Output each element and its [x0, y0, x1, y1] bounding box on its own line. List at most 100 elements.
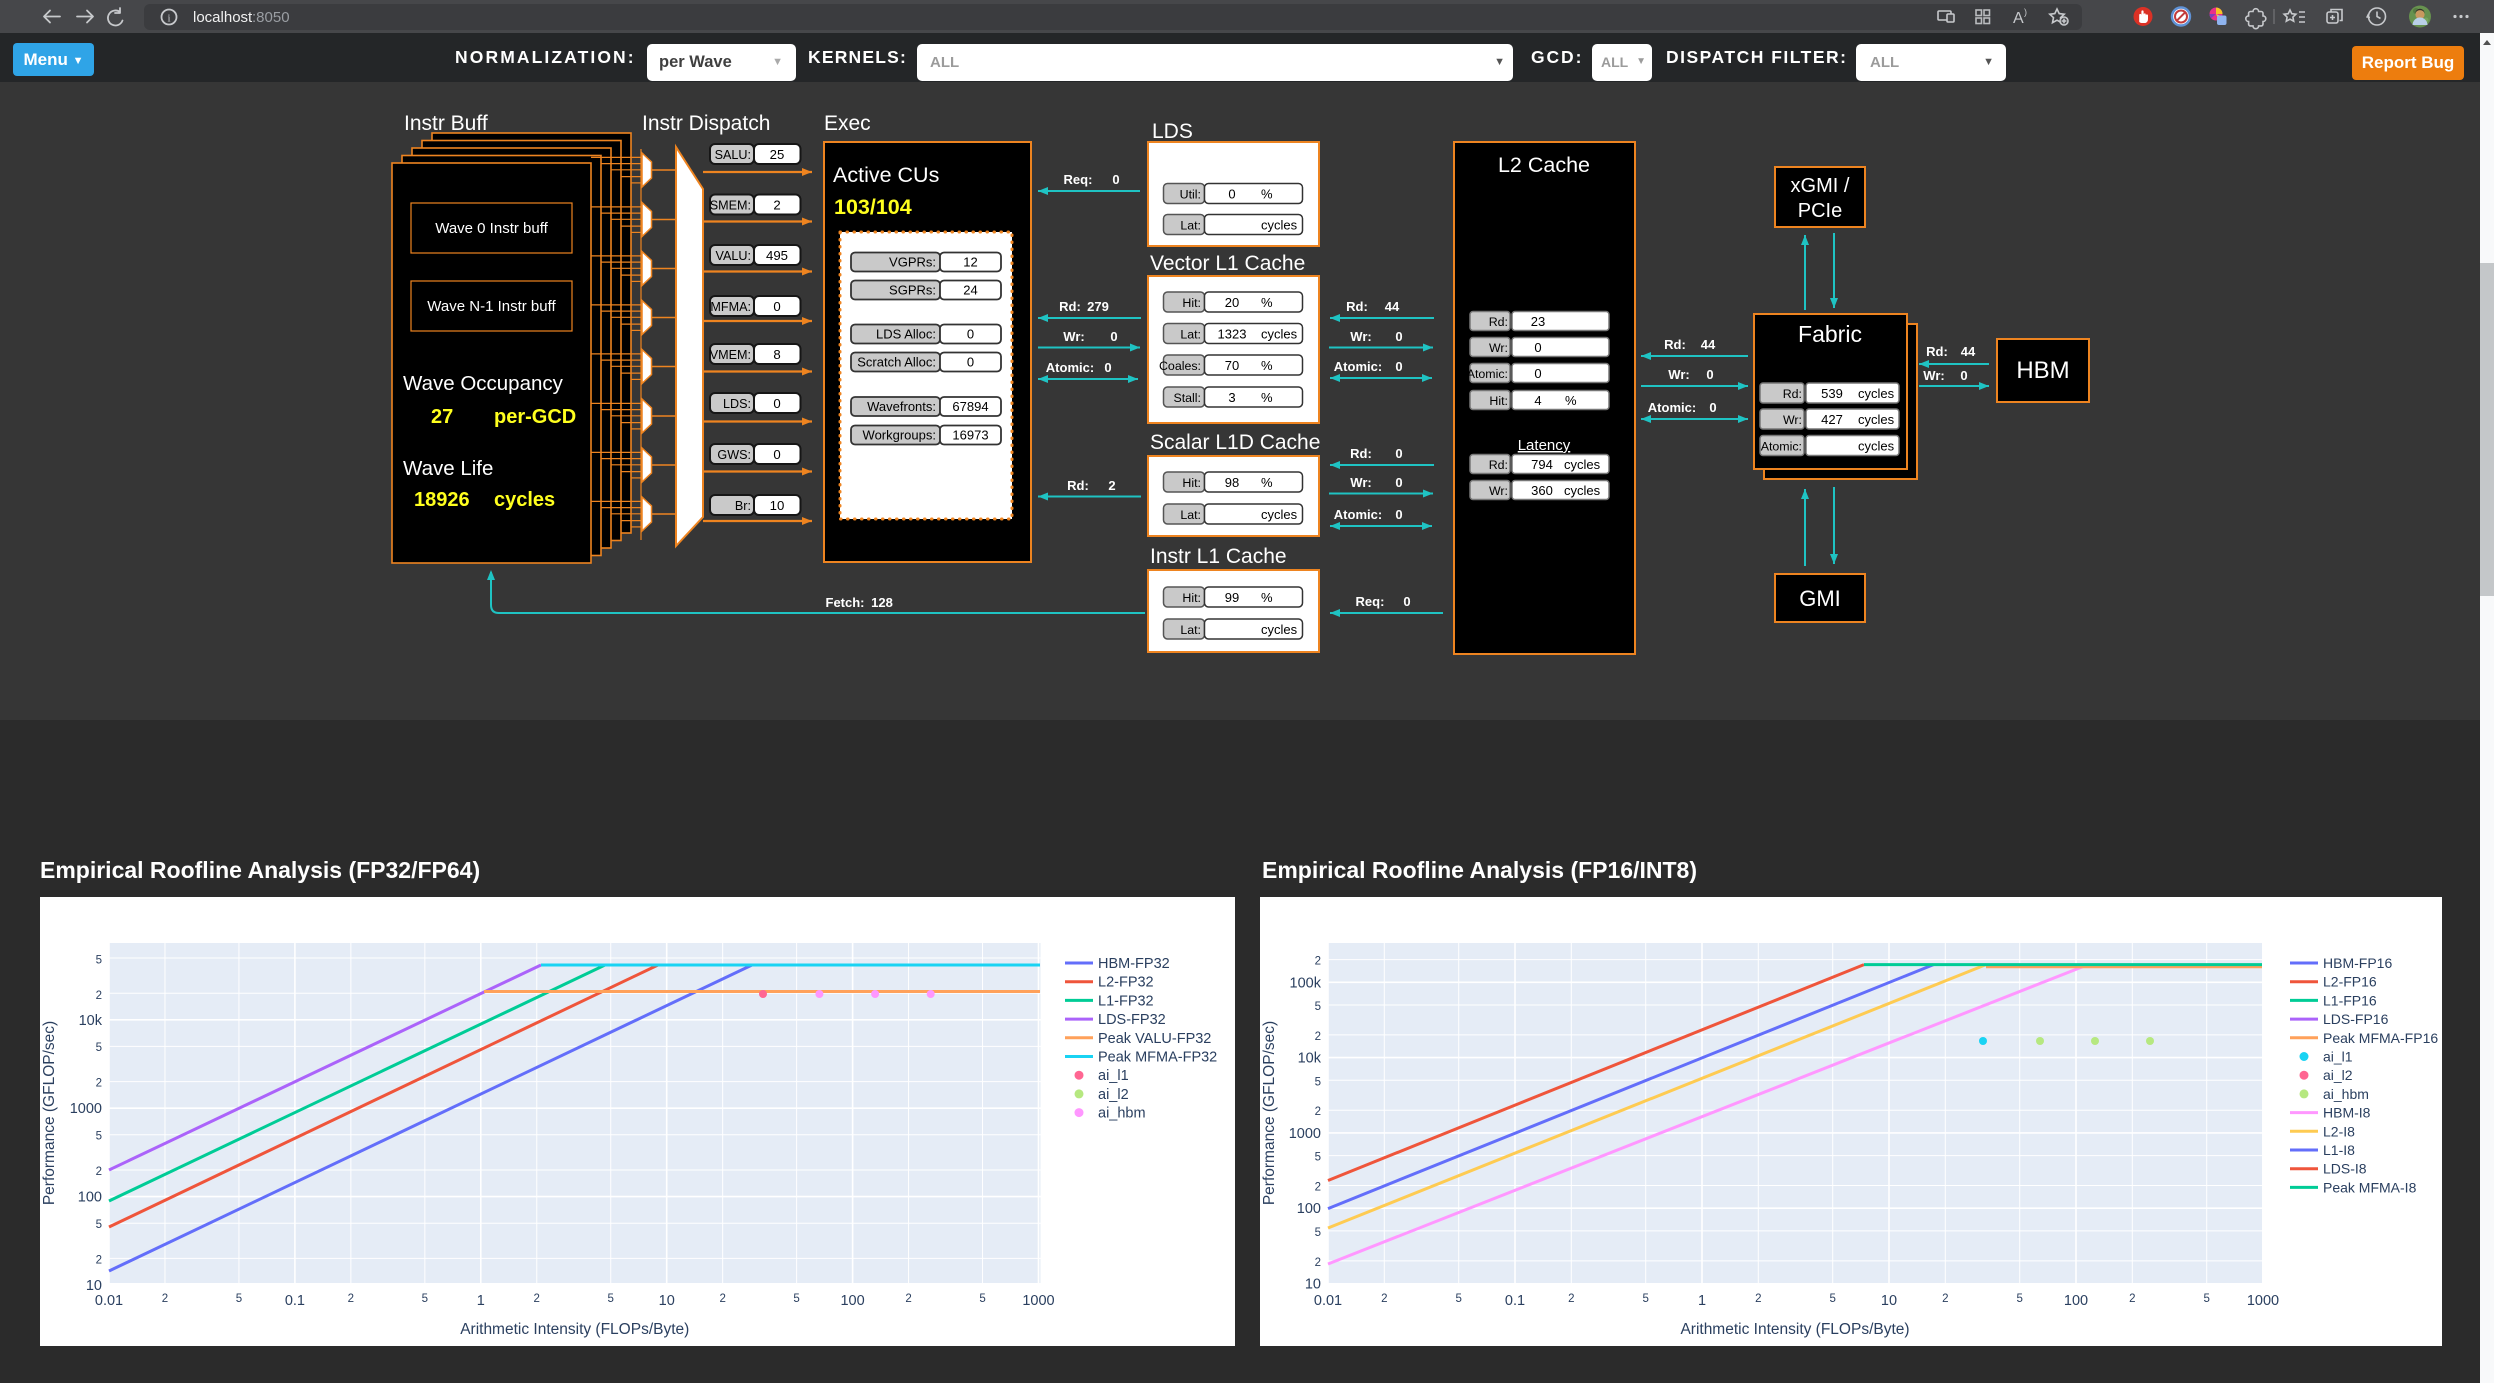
- svg-text:%: %: [1261, 187, 1273, 202]
- svg-text:20: 20: [1225, 295, 1239, 310]
- svg-text:128: 128: [871, 595, 893, 610]
- svg-text:Rd:: Rd:: [1059, 299, 1081, 314]
- svg-text:Wr:: Wr:: [1350, 475, 1371, 490]
- svg-text:LDS Alloc:: LDS Alloc:: [876, 327, 936, 342]
- svg-text:5: 5: [1315, 1076, 1321, 1088]
- svg-text:0: 0: [1112, 172, 1119, 187]
- svg-text:ai_l1: ai_l1: [1098, 1068, 1129, 1084]
- svg-text:0.1: 0.1: [1505, 1293, 1525, 1309]
- svg-text:1000: 1000: [1022, 1293, 1054, 1309]
- svg-text:LDS-FP32: LDS-FP32: [1098, 1012, 1166, 1028]
- svg-text:Instr Buff: Instr Buff: [404, 112, 488, 135]
- svg-text:ai_l2: ai_l2: [1098, 1087, 1129, 1103]
- svg-text:1000: 1000: [2247, 1293, 2279, 1309]
- svg-text:0.01: 0.01: [95, 1293, 123, 1309]
- svg-text:Scalar L1D Cache: Scalar L1D Cache: [1150, 431, 1320, 454]
- svg-text:Wr:: Wr:: [1063, 329, 1084, 344]
- svg-text:5: 5: [96, 1219, 102, 1231]
- svg-text:18926: 18926: [414, 489, 470, 511]
- svg-text:0: 0: [1534, 340, 1541, 355]
- svg-text:Active CUs: Active CUs: [833, 163, 939, 187]
- svg-text:24: 24: [963, 283, 977, 298]
- svg-text:0: 0: [1403, 594, 1410, 609]
- svg-text:ai_l1: ai_l1: [2323, 1049, 2353, 1065]
- svg-text:Util:: Util:: [1180, 188, 1201, 202]
- svg-text:Vector L1 Cache: Vector L1 Cache: [1150, 252, 1305, 275]
- svg-text:cycles: cycles: [1261, 622, 1298, 637]
- svg-text:100: 100: [78, 1190, 102, 1206]
- svg-text:2: 2: [1381, 1293, 1387, 1305]
- svg-text:100k: 100k: [1290, 975, 1322, 991]
- svg-text:Hit:: Hit:: [1182, 591, 1201, 605]
- svg-text:2: 2: [348, 1293, 354, 1305]
- svg-text:cycles: cycles: [1858, 439, 1895, 454]
- svg-text:427: 427: [1821, 412, 1843, 427]
- svg-text:Stall:: Stall:: [1173, 391, 1201, 405]
- svg-text:L2-I8: L2-I8: [2323, 1123, 2355, 1139]
- svg-text:Instr L1 Cache: Instr L1 Cache: [1150, 545, 1287, 568]
- svg-text:5: 5: [1456, 1293, 1462, 1305]
- svg-text:98: 98: [1225, 475, 1239, 490]
- svg-text:0: 0: [967, 327, 974, 342]
- svg-text:LDS: LDS: [1152, 120, 1193, 143]
- svg-text:0: 0: [773, 447, 780, 462]
- svg-text:5: 5: [1315, 1001, 1321, 1013]
- svg-text:2: 2: [96, 1078, 102, 1090]
- svg-text:per-GCD: per-GCD: [494, 406, 576, 428]
- svg-text:44: 44: [1961, 344, 1976, 359]
- svg-text:2: 2: [1315, 1031, 1321, 1043]
- svg-text:Peak MFMA-FP32: Peak MFMA-FP32: [1098, 1050, 1217, 1066]
- svg-text:GMI: GMI: [1799, 586, 1841, 611]
- svg-text:Req:: Req:: [1356, 594, 1385, 609]
- svg-text:539: 539: [1821, 386, 1843, 401]
- svg-text:cycles: cycles: [494, 489, 555, 511]
- svg-text:0: 0: [1960, 368, 1967, 383]
- svg-text:0: 0: [773, 299, 780, 314]
- svg-text:LDS-FP16: LDS-FP16: [2323, 1011, 2389, 1027]
- svg-text:Arithmetic Intensity (FLOPs/By: Arithmetic Intensity (FLOPs/Byte): [1680, 1321, 1909, 1338]
- svg-text:0: 0: [1706, 367, 1713, 382]
- svg-text:HBM-I8: HBM-I8: [2323, 1105, 2371, 1121]
- svg-text:cycles: cycles: [1564, 457, 1601, 472]
- svg-text:Hit:: Hit:: [1489, 394, 1508, 408]
- svg-text:5: 5: [2204, 1293, 2210, 1305]
- svg-text:Wr:: Wr:: [1923, 368, 1944, 383]
- svg-text:Wr:: Wr:: [1489, 484, 1508, 498]
- svg-text:cycles: cycles: [1858, 386, 1895, 401]
- svg-text:2: 2: [905, 1293, 911, 1305]
- svg-text:2: 2: [534, 1293, 540, 1305]
- svg-text:10: 10: [1305, 1277, 1321, 1293]
- svg-text:LDS-I8: LDS-I8: [2323, 1161, 2367, 1177]
- svg-text:L1-I8: L1-I8: [2323, 1142, 2355, 1158]
- svg-text:0.01: 0.01: [1314, 1293, 1342, 1309]
- svg-text:Wr:: Wr:: [1783, 413, 1802, 427]
- svg-text:L2 Cache: L2 Cache: [1498, 153, 1590, 177]
- svg-text:25: 25: [770, 147, 785, 162]
- svg-text:Wr:: Wr:: [1489, 341, 1508, 355]
- svg-text:279: 279: [1087, 299, 1109, 314]
- svg-text:103/104: 103/104: [834, 195, 912, 219]
- svg-text:Atomic:: Atomic:: [1046, 360, 1094, 375]
- svg-text:HBM-FP32: HBM-FP32: [1098, 956, 1170, 972]
- svg-text:23: 23: [1531, 314, 1545, 329]
- svg-text:2: 2: [1755, 1293, 1761, 1305]
- svg-text:xGMI /: xGMI /: [1791, 175, 1850, 197]
- svg-text:LDS:: LDS:: [723, 397, 751, 411]
- svg-text:i: i: [167, 13, 170, 25]
- svg-text::8050: :8050: [252, 9, 290, 26]
- svg-text:PCIe: PCIe: [1798, 200, 1842, 222]
- svg-text:Rd:: Rd:: [1346, 299, 1368, 314]
- svg-text:0: 0: [1395, 329, 1402, 344]
- svg-text:44: 44: [1385, 299, 1400, 314]
- svg-text:VALU:: VALU:: [716, 249, 751, 263]
- svg-text:Atomic:: Atomic:: [1761, 440, 1802, 454]
- svg-text:5: 5: [1643, 1293, 1649, 1305]
- svg-text:0: 0: [773, 396, 780, 411]
- svg-text:0: 0: [1104, 360, 1111, 375]
- svg-text:Lat:: Lat:: [1180, 328, 1201, 342]
- svg-text:L2-FP32: L2-FP32: [1098, 975, 1154, 991]
- svg-text:Lat:: Lat:: [1180, 508, 1201, 522]
- svg-text:5: 5: [2017, 1293, 2023, 1305]
- svg-text:%: %: [1261, 295, 1273, 310]
- svg-text:Rd:: Rd:: [1664, 337, 1686, 352]
